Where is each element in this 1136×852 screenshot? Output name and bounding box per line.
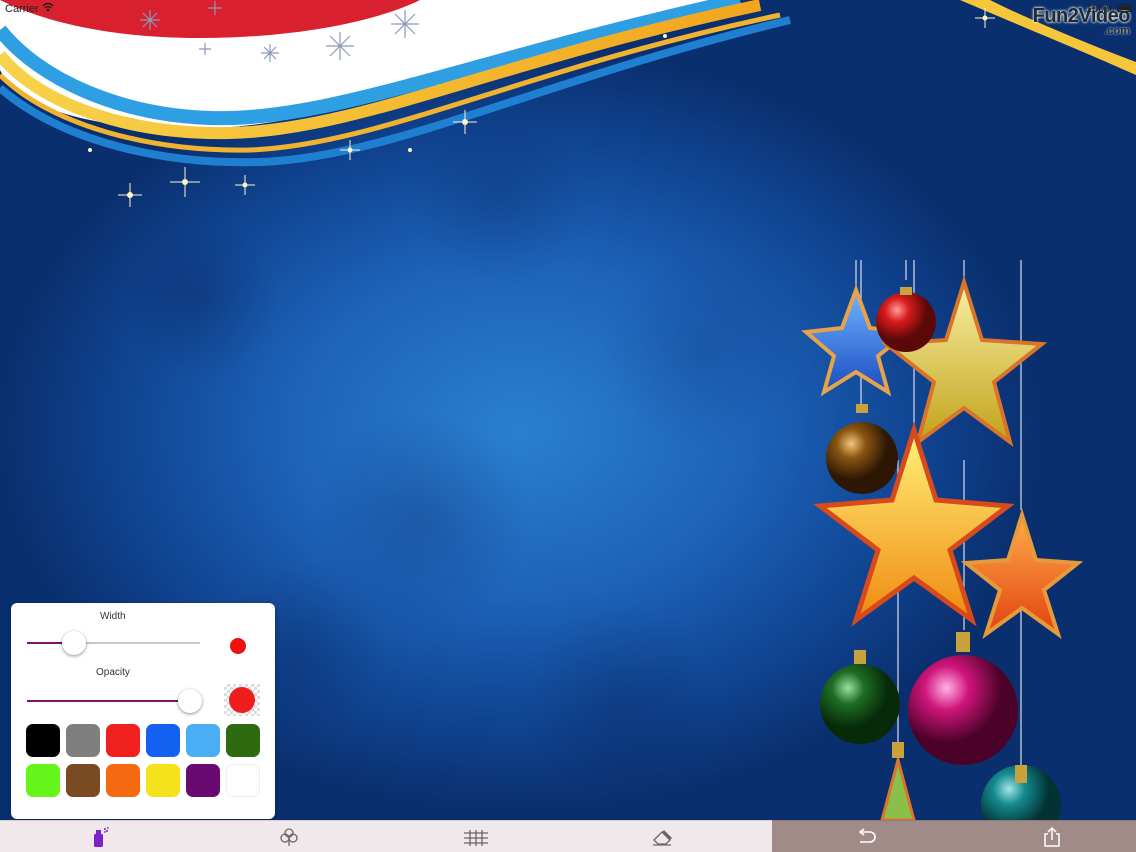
color-swatch[interactable] <box>26 764 60 797</box>
stamp-button[interactable] <box>269 821 309 852</box>
clock-label: 4:56 PM <box>548 3 590 15</box>
width-slider[interactable] <box>27 631 200 655</box>
undo-icon <box>858 828 876 843</box>
opacity-label: Opacity <box>96 667 130 678</box>
watermark-suffix: .com <box>1104 25 1130 37</box>
opacity-preview-dot <box>229 687 255 713</box>
undo-button[interactable] <box>846 821 886 852</box>
color-swatch[interactable] <box>66 764 100 797</box>
color-swatch[interactable] <box>226 764 260 797</box>
battery-percent: 100% <box>1085 3 1114 15</box>
eraser-button[interactable] <box>642 821 682 852</box>
battery-icon <box>1117 4 1132 12</box>
tool-selector-bar <box>0 820 772 852</box>
action-bar <box>772 820 1136 852</box>
festive-ribbon-art <box>0 0 1136 207</box>
color-swatch[interactable] <box>186 724 220 757</box>
color-swatch[interactable] <box>66 724 100 757</box>
color-swatch[interactable] <box>106 764 140 797</box>
pattern-icon <box>464 830 488 846</box>
opacity-preview <box>224 684 260 716</box>
width-preview-dot <box>230 638 246 654</box>
opacity-slider-thumb[interactable] <box>177 689 202 713</box>
spray-paint-button[interactable] <box>80 821 120 852</box>
wifi-icon <box>42 1 54 16</box>
ornaments-art <box>801 260 1084 820</box>
color-swatch[interactable] <box>146 764 180 797</box>
brush-settings-panel: Width Opacity <box>11 603 275 819</box>
color-swatch[interactable] <box>106 724 140 757</box>
opacity-slider-fill <box>27 700 190 702</box>
stamp-icon <box>280 828 298 846</box>
carrier-label: Carrier <box>5 3 39 15</box>
spray-paint-icon <box>94 827 109 847</box>
color-swatch[interactable] <box>26 724 60 757</box>
share-icon <box>1044 827 1060 847</box>
pattern-button[interactable] <box>456 821 496 852</box>
color-swatch[interactable] <box>146 724 180 757</box>
share-button[interactable] <box>1032 821 1072 852</box>
color-swatch[interactable] <box>186 764 220 797</box>
status-bar: Carrier 4:56 PM 100% <box>0 0 1136 18</box>
eraser-icon <box>653 830 672 846</box>
width-slider-thumb[interactable] <box>61 631 86 655</box>
bottom-toolbar <box>0 820 1136 852</box>
color-swatch[interactable] <box>226 724 260 757</box>
width-label: Width <box>100 611 126 622</box>
opacity-slider[interactable] <box>27 689 202 713</box>
